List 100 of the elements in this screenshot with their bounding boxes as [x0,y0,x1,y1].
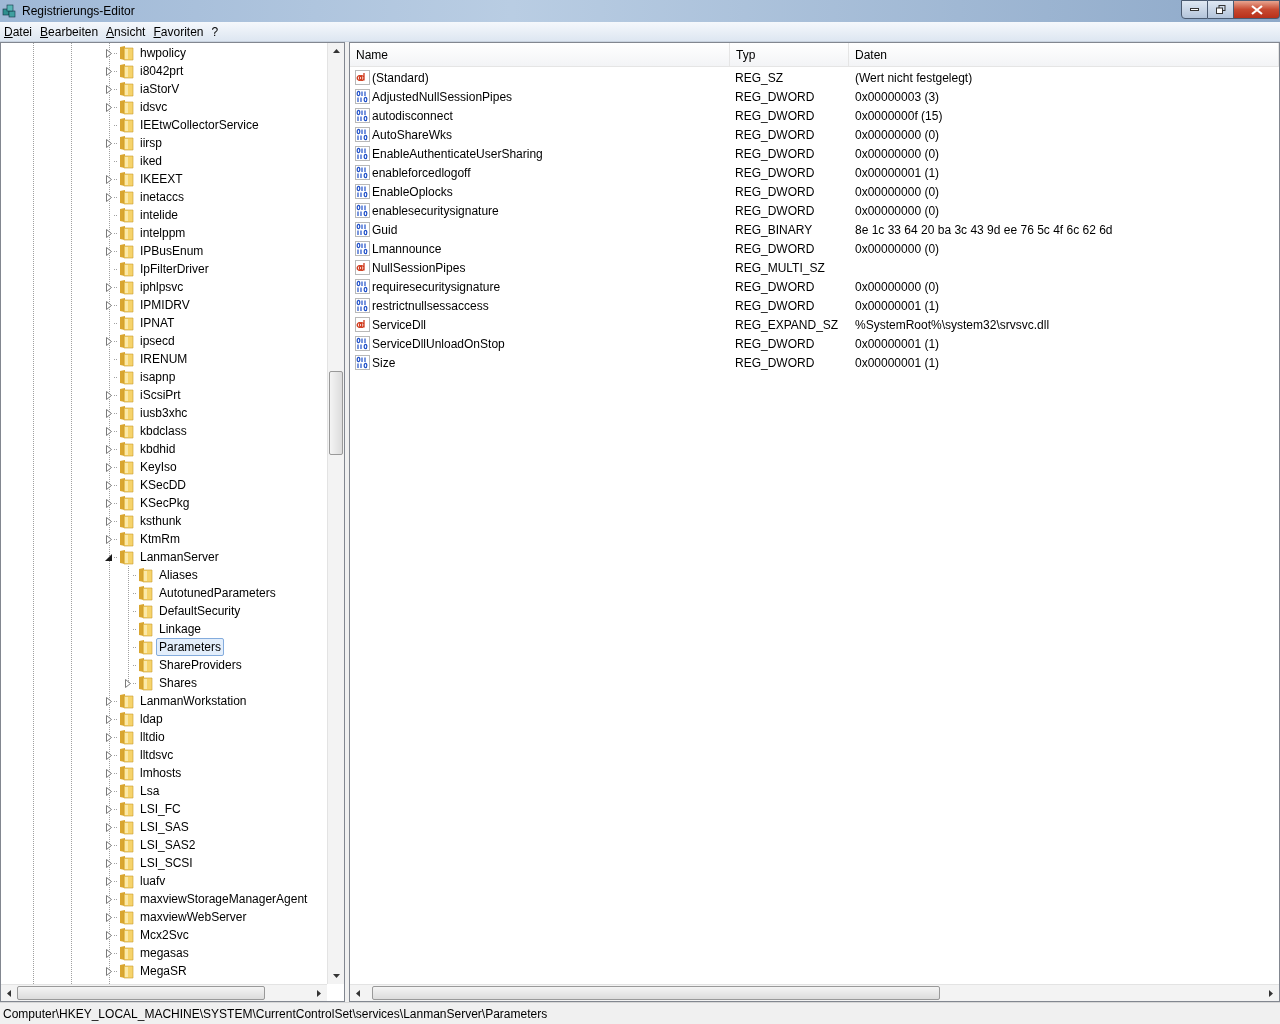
value-name[interactable]: Lmannounce [372,239,442,258]
tree-item[interactable]: IKEEXT [137,170,186,188]
tree-item[interactable]: LanmanServer [137,548,222,566]
tree-item[interactable]: Mcx2Svc [137,926,192,944]
expand-arrow-icon[interactable] [106,876,112,886]
menu-item[interactable]: Ansicht [102,22,150,41]
tree-item[interactable]: iirsp [137,134,165,152]
value-name[interactable]: Guid [372,220,398,239]
value-name[interactable]: EnableAuthenticateUserSharing [372,144,543,163]
expand-arrow-icon[interactable] [106,534,112,544]
tree-item[interactable]: IPNAT [137,314,178,332]
expand-arrow-icon[interactable] [106,498,112,508]
tree-item[interactable]: IPBusEnum [137,242,207,260]
expand-arrow-icon[interactable] [106,930,112,940]
tree-item[interactable]: ldap [137,710,166,728]
tree-item[interactable]: lmhosts [137,764,185,782]
expand-arrow-icon[interactable] [106,336,112,346]
expand-arrow-icon[interactable] [106,858,112,868]
value-name[interactable]: requiresecuritysignature [372,277,501,296]
expand-arrow-icon[interactable] [106,408,112,418]
expand-arrow-icon[interactable] [106,480,112,490]
expand-arrow-icon[interactable] [106,804,112,814]
expand-arrow-icon[interactable] [106,444,112,454]
expand-arrow-icon[interactable] [106,282,112,292]
value-name[interactable]: (Standard) [372,68,429,87]
scroll-left-icon[interactable] [7,989,11,997]
scrollbar-thumb[interactable] [372,986,940,1000]
value-name[interactable]: NullSessionPipes [372,258,466,277]
expand-arrow-icon[interactable] [106,912,112,922]
minimize-button[interactable] [1181,0,1208,19]
tree-item[interactable]: Lsa [137,782,163,800]
menu-item[interactable]: Favoriten [149,22,208,41]
tree-item[interactable]: inetaccs [137,188,188,206]
value-name[interactable]: autodisconnect [372,106,453,125]
column-header[interactable]: Typ [730,43,849,66]
scroll-left-icon[interactable] [356,989,360,997]
expand-arrow-icon[interactable] [106,390,112,400]
column-header[interactable]: Name [350,43,730,66]
tree-item[interactable]: intelide [137,206,182,224]
expand-arrow-icon[interactable] [106,192,112,202]
expand-arrow-icon[interactable] [106,894,112,904]
tree-item[interactable]: iked [137,152,165,170]
expand-arrow-icon[interactable] [106,462,112,472]
expand-arrow-icon[interactable] [106,786,112,796]
menu-item[interactable]: ? [207,22,223,41]
expand-arrow-icon[interactable] [106,840,112,850]
scrollbar-thumb[interactable] [17,986,265,1000]
expand-arrow-icon[interactable] [106,426,112,436]
horizontal-scrollbar[interactable] [350,984,1279,1001]
column-header[interactable]: Daten [849,43,1279,66]
tree-item[interactable]: KeyIso [137,458,180,476]
tree-item[interactable]: LanmanWorkstation [137,692,250,710]
expand-arrow-icon[interactable] [106,138,112,148]
expand-arrow-icon[interactable] [106,732,112,742]
scroll-right-icon[interactable] [1269,989,1273,997]
expand-arrow-icon[interactable] [106,66,112,76]
value-name[interactable]: AutoShareWks [372,125,453,144]
expand-arrow-icon[interactable] [106,948,112,958]
menu-item[interactable]: Bearbeiten [36,22,103,41]
tree-item[interactable]: LSI_SAS [137,818,192,836]
expand-arrow-icon[interactable] [106,228,112,238]
tree-item[interactable]: KSecPkg [137,494,193,512]
tree-item[interactable]: hwpolicy [137,44,190,62]
expand-arrow-icon[interactable] [106,102,112,112]
tree-item[interactable]: LSI_SAS2 [137,836,199,854]
tree-item[interactable]: ShareProviders [156,656,245,674]
tree-item[interactable]: iaStorV [137,80,183,98]
tree-item[interactable]: IEEtwCollectorService [137,116,262,134]
tree-item[interactable]: lltdio [137,728,168,746]
tree-item[interactable]: Shares [156,674,201,692]
expand-arrow-icon[interactable] [106,300,112,310]
tree-item[interactable]: AutotunedParameters [156,584,279,602]
scrollbar-thumb[interactable] [329,371,343,455]
expand-arrow-icon[interactable] [106,48,112,58]
menu-item[interactable]: Datei [0,22,37,41]
tree-item[interactable]: intelppm [137,224,189,242]
tree-item[interactable]: IPMIDRV [137,296,193,314]
expand-arrow-icon[interactable] [106,750,112,760]
tree-item[interactable]: Aliases [156,566,201,584]
value-name[interactable]: Size [372,353,396,372]
horizontal-scrollbar[interactable] [1,984,327,1001]
close-button[interactable] [1234,0,1280,19]
tree-item[interactable]: luafv [137,872,169,890]
expand-arrow-icon[interactable] [106,174,112,184]
tree-item[interactable]: LSI_FC [137,800,184,818]
vertical-scrollbar[interactable] [327,43,344,984]
tree-item[interactable]: maxviewWebServer [137,908,250,926]
value-name[interactable]: ServiceDllUnloadOnStop [372,334,505,353]
tree-item[interactable]: iphlpsvc [137,278,187,296]
expand-arrow-icon[interactable] [106,84,112,94]
scroll-down-icon[interactable] [332,974,340,978]
tree-item[interactable]: i8042prt [137,62,187,80]
tree-item[interactable]: Linkage [156,620,205,638]
tree-item[interactable]: lltdsvc [137,746,177,764]
value-name[interactable]: ServiceDll [372,315,426,334]
scroll-right-icon[interactable] [317,989,321,997]
scroll-up-icon[interactable] [332,49,340,53]
tree-item[interactable]: ksthunk [137,512,185,530]
tree-item[interactable]: Parameters [156,638,225,656]
tree-item[interactable]: KSecDD [137,476,189,494]
